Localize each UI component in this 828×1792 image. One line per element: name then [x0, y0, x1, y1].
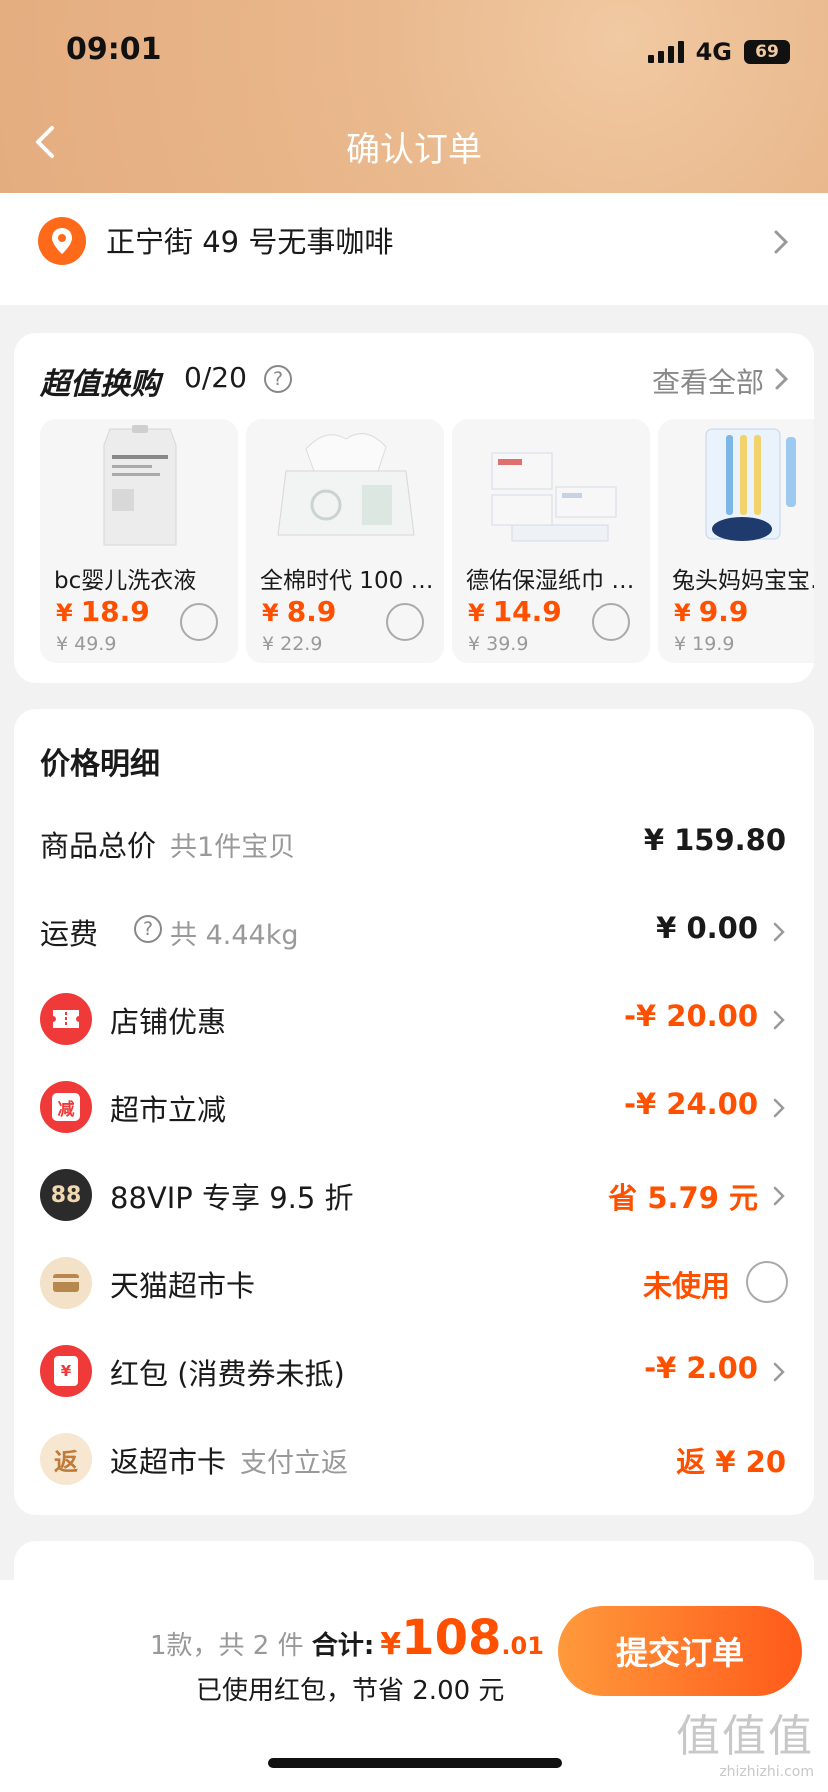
red-packet-row[interactable]: ¥ 红包 (消费券未抵) -¥ 2.00 — [14, 1341, 814, 1401]
chevron-right-icon — [773, 1098, 785, 1118]
chevron-right-icon — [773, 922, 785, 942]
tissue-box-image — [277, 433, 415, 536]
red-packet-icon: ¥ — [40, 1345, 92, 1397]
chevron-right-icon — [772, 229, 790, 255]
product-price: ¥8.9 — [262, 595, 337, 628]
market-card-row[interactable]: 天猫超市卡 未使用 — [14, 1253, 814, 1313]
signal-icon — [647, 41, 684, 63]
swap-purchase-card: 超值换购 0/20 ? 查看全部 bc婴儿洗衣液 ¥18.9 ¥ 49.9 全棉… — [14, 333, 814, 683]
red-packet-value: -¥ 2.00 — [644, 1351, 758, 1385]
goods-total-value: ¥ 159.80 — [643, 823, 786, 857]
swap-product-card[interactable]: 兔头妈妈宝宝牙刷 ¥9.9 ¥ 19.9 — [658, 419, 814, 663]
goods-total-row: 商品总价 共1件宝贝 ¥ 159.80 — [14, 813, 814, 873]
swap-product-card[interactable]: 全棉时代 100 抽棉柔巾 ¥8.9 ¥ 22.9 — [246, 419, 444, 663]
swap-product-card[interactable]: bc婴儿洗衣液 ¥18.9 ¥ 49.9 — [40, 419, 238, 663]
product-original-price: ¥ 49.9 — [56, 633, 117, 655]
submit-order-button[interactable]: 提交订单 — [558, 1606, 802, 1696]
product-price: ¥9.9 — [674, 595, 749, 628]
product-original-price: ¥ 19.9 — [674, 633, 735, 655]
help-icon[interactable]: ? — [264, 365, 292, 393]
vip-row[interactable]: 88 88VIP 专享 9.5 折 省 5.79 元 — [14, 1165, 814, 1225]
vip-88-icon: 88 — [40, 1169, 92, 1221]
total-amount: 108 — [401, 1610, 502, 1666]
discount-icon: 减 — [40, 1081, 92, 1133]
product-checkbox[interactable] — [386, 603, 424, 641]
battery-icon: 69 — [744, 40, 790, 64]
goods-count: 共1件宝贝 — [170, 832, 296, 863]
market-card-value: 未使用 — [642, 1269, 730, 1303]
product-price: ¥18.9 — [56, 595, 150, 628]
header: 09:01 4G 69 确认订单 — [0, 0, 828, 193]
store-discount-row[interactable]: 店铺优惠 -¥ 20.00 — [14, 989, 814, 1049]
product-name: 兔头妈妈宝宝牙刷 — [672, 568, 814, 594]
price-detail-title: 价格明细 — [40, 747, 160, 782]
toothbrush-image — [705, 428, 796, 541]
market-cut-row[interactable]: 减 超市立减 -¥ 24.00 — [14, 1077, 814, 1137]
chevron-right-icon — [773, 1362, 785, 1382]
cashback-label: 返超市卡 — [110, 1445, 227, 1479]
item-count: 1款，共 2 件 — [150, 1631, 304, 1661]
order-summary: 1款，共 2 件 合计: ¥108.01 — [150, 1610, 544, 1666]
product-name: 德佑保湿纸巾 乳霜纸 — [466, 568, 641, 594]
location-pin-icon — [38, 217, 86, 265]
cashback-note: 支付立返 — [240, 1448, 349, 1479]
total-label: 合计: — [311, 1631, 375, 1661]
address-text: 正宁街 49 号无事咖啡 — [106, 225, 394, 259]
product-original-price: ¥ 22.9 — [262, 633, 323, 655]
store-discount-value: -¥ 20.00 — [623, 999, 758, 1033]
chevron-right-icon — [773, 1010, 785, 1030]
chevron-right-icon — [774, 367, 790, 391]
address-selector[interactable]: 正宁街 49 号无事咖啡 — [0, 193, 828, 305]
saved-note: 已使用红包，节省 2.00 元 — [196, 1676, 505, 1706]
price-detail-card: 价格明细 商品总价 共1件宝贝 ¥ 159.80 运费 ? 共 4.44kg ¥ … — [14, 709, 814, 1515]
chevron-right-icon — [773, 1186, 785, 1206]
view-all-link[interactable]: 查看全部 — [652, 361, 764, 401]
cashback-value: 返 ¥ 20 — [676, 1445, 786, 1479]
product-checkbox[interactable] — [180, 603, 218, 641]
market-card-checkbox[interactable] — [746, 1261, 788, 1303]
swap-product-card[interactable]: 德佑保湿纸巾 乳霜纸 ¥14.9 ¥ 39.9 — [452, 419, 650, 663]
product-original-price: ¥ 39.9 — [468, 633, 529, 655]
freight-value: ¥ 0.00 — [656, 911, 758, 945]
goods-total-label: 商品总价 — [40, 829, 157, 863]
page-title: 确认订单 — [346, 130, 482, 170]
market-cut-label: 超市立减 — [110, 1093, 227, 1127]
status-indicators: 4G 69 — [647, 38, 790, 66]
detergent-pouch-image — [103, 425, 177, 546]
checkout-footer: 1款，共 2 件 合计: ¥108.01 已使用红包，节省 2.00 元 提交订单… — [0, 1580, 828, 1792]
product-name: 全棉时代 100 抽棉柔巾 — [260, 568, 435, 594]
vip-value: 省 5.79 元 — [608, 1181, 758, 1215]
watermark: 值值值 zhizhizhi.com — [676, 1711, 814, 1780]
home-indicator — [268, 1758, 562, 1768]
network-type: 4G — [695, 38, 732, 66]
product-name: bc婴儿洗衣液 — [54, 568, 197, 594]
card-icon — [40, 1257, 92, 1309]
cashback-icon: 返 — [40, 1433, 92, 1485]
vip-label: 88VIP 专享 9.5 折 — [110, 1181, 354, 1215]
product-checkbox[interactable] — [592, 603, 630, 641]
freight-label: 运费 — [40, 917, 99, 951]
help-icon[interactable]: ? — [134, 915, 162, 943]
cashback-row: 返 返超市卡 支付立返 返 ¥ 20 — [14, 1429, 814, 1489]
freight-weight: 共 4.44kg — [170, 920, 299, 951]
market-cut-value: -¥ 24.00 — [623, 1087, 758, 1121]
red-packet-label: 红包 (消费券未抵) — [110, 1357, 345, 1391]
product-price: ¥14.9 — [468, 595, 562, 628]
store-discount-label: 店铺优惠 — [110, 1005, 227, 1039]
swap-title: 超值换购 — [40, 367, 160, 402]
coupon-icon — [40, 993, 92, 1045]
market-card-label: 天猫超市卡 — [110, 1269, 256, 1303]
freight-row[interactable]: 运费 ? 共 4.44kg ¥ 0.00 — [14, 901, 814, 961]
wet-wipes-image — [491, 452, 617, 542]
swap-count: 0/20 — [184, 361, 247, 394]
status-time: 09:01 — [66, 32, 162, 67]
swap-product-list: bc婴儿洗衣液 ¥18.9 ¥ 49.9 全棉时代 100 抽棉柔巾 ¥8.9 … — [40, 419, 814, 663]
